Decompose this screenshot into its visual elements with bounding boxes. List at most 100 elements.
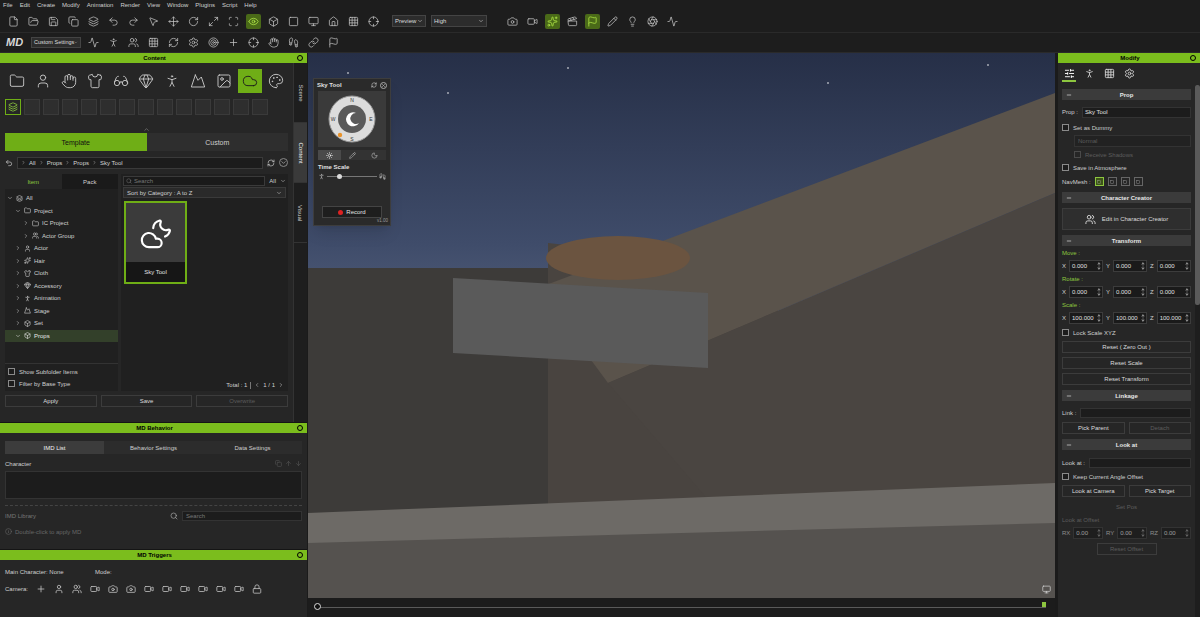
expand-icon[interactable] — [15, 320, 21, 326]
decrement-icon[interactable] — [1097, 292, 1101, 296]
behavior-tab[interactable]: Behavior Settings — [104, 441, 203, 454]
number-input[interactable]: 0.000 — [1157, 260, 1191, 272]
atmosphere-checkbox[interactable] — [1062, 164, 1069, 171]
toolbar-button[interactable] — [326, 14, 341, 29]
camera-button[interactable] — [159, 582, 175, 595]
toolbar-button[interactable] — [66, 14, 81, 29]
modify-scrollbar[interactable] — [1195, 85, 1200, 617]
camera-button[interactable] — [141, 582, 157, 595]
toolbar-button[interactable] — [46, 14, 61, 29]
toolbar-button[interactable] — [266, 35, 281, 50]
camera-button[interactable] — [213, 582, 229, 595]
camera-button[interactable] — [51, 582, 67, 595]
sky-tab[interactable] — [341, 150, 364, 160]
type-tab[interactable] — [264, 69, 288, 93]
behavior-tab[interactable]: Data Settings — [203, 441, 302, 454]
camera-button[interactable] — [33, 582, 49, 595]
tree-item[interactable]: Accessory — [5, 280, 118, 293]
sub-slot[interactable] — [43, 99, 59, 115]
expand-icon[interactable] — [7, 195, 13, 201]
menu-item[interactable]: Modify — [62, 2, 80, 8]
toolbar-button[interactable] — [306, 35, 321, 50]
camera-button[interactable] — [69, 582, 85, 595]
toolbar-button[interactable] — [126, 35, 141, 50]
collapse-icon[interactable] — [1066, 393, 1072, 399]
library-search[interactable]: Search — [182, 511, 302, 521]
breadcrumb-item[interactable]: All — [29, 160, 36, 166]
preview-dropdown[interactable]: Preview — [392, 15, 426, 27]
section-header[interactable]: Transform — [1062, 235, 1191, 246]
camera-button[interactable] — [249, 582, 265, 595]
back-icon[interactable] — [5, 159, 13, 167]
decrement-icon[interactable] — [1185, 318, 1189, 322]
close-icon[interactable] — [380, 82, 387, 89]
navmesh-button[interactable] — [1134, 177, 1143, 186]
toolbar-button[interactable] — [26, 14, 41, 29]
behavior-tab[interactable]: IMD List — [5, 441, 104, 454]
decrement-icon[interactable] — [1141, 292, 1145, 296]
increment-icon[interactable] — [1141, 314, 1145, 318]
number-input[interactable]: 100.000 — [1069, 312, 1103, 324]
toolbar-button[interactable] — [625, 14, 640, 29]
close-icon[interactable] — [297, 55, 303, 61]
sub-slot[interactable] — [100, 99, 116, 115]
dummy-checkbox[interactable] — [1062, 124, 1069, 131]
toolbar-button[interactable] — [286, 35, 301, 50]
menu-item[interactable]: Create — [37, 2, 55, 8]
option-row[interactable]: Filter by Base Type — [8, 380, 115, 387]
increment-icon[interactable] — [1141, 529, 1145, 533]
toolbar-button[interactable] — [665, 14, 680, 29]
sub-slot[interactable] — [233, 99, 249, 115]
increment-icon[interactable] — [1097, 529, 1101, 533]
tree-item[interactable]: Stage — [5, 305, 118, 318]
decrement-icon[interactable] — [1141, 533, 1145, 537]
side-tab[interactable]: Visual — [294, 183, 307, 243]
collapse-icon[interactable] — [1066, 195, 1072, 201]
camera-button[interactable] — [87, 582, 103, 595]
refresh-icon[interactable] — [267, 159, 275, 167]
modify-tab[interactable] — [1102, 66, 1116, 82]
side-tab[interactable]: Scene — [294, 63, 307, 123]
look-at-button[interactable]: Look at Camera — [1062, 485, 1125, 497]
character-list[interactable] — [5, 471, 302, 499]
toolbar-button[interactable] — [126, 14, 141, 29]
toolbar-button[interactable] — [266, 14, 281, 29]
time-scale-slider[interactable] — [318, 173, 386, 180]
look-at-button[interactable]: Pick Target — [1129, 485, 1192, 497]
type-tab[interactable] — [5, 69, 29, 93]
decrement-icon[interactable] — [1097, 266, 1101, 270]
expand-icon[interactable] — [23, 220, 29, 226]
sub-slot[interactable] — [24, 99, 40, 115]
close-icon[interactable] — [297, 552, 303, 558]
camera-button[interactable] — [231, 582, 247, 595]
sort-dropdown[interactable]: Sort by Category : A to Z — [123, 187, 286, 198]
search-field[interactable]: Search — [123, 176, 265, 186]
number-input[interactable]: 100.000 — [1157, 312, 1191, 324]
collapse-icon[interactable] — [1066, 238, 1072, 244]
type-tab[interactable] — [238, 69, 262, 93]
md-logo[interactable]: MD — [6, 37, 26, 48]
lock-scale-checkbox[interactable] — [1062, 329, 1069, 336]
prop-name-field[interactable]: Sky Tool — [1082, 107, 1191, 118]
content-button[interactable]: Apply — [5, 395, 97, 407]
expand-icon[interactable] — [15, 308, 21, 314]
type-tab[interactable] — [109, 69, 133, 93]
number-input[interactable]: 0.000 — [1113, 286, 1147, 298]
tree-item[interactable]: Animation — [5, 292, 118, 305]
toolbar-button[interactable] — [146, 35, 161, 50]
tree-item[interactable]: Hair — [5, 255, 118, 268]
toolbar-button[interactable] — [326, 35, 341, 50]
compass-icon[interactable]: NWES — [326, 93, 378, 145]
link-field[interactable] — [1080, 408, 1191, 418]
breadcrumb-item[interactable]: Props — [73, 160, 89, 166]
scene-render[interactable]: Sky ToolNWESTime ScaleRecordv1.00 — [308, 53, 1055, 598]
increment-icon[interactable] — [1185, 262, 1189, 266]
menu-item[interactable]: Help — [244, 2, 256, 8]
toolbar-button[interactable] — [206, 35, 221, 50]
toolbar-button[interactable] — [186, 35, 201, 50]
toolbar-button[interactable] — [346, 14, 361, 29]
option-checkbox[interactable] — [8, 368, 15, 375]
library-tab[interactable]: Template — [5, 133, 147, 151]
sub-slot[interactable] — [138, 99, 154, 115]
view-tab[interactable]: Pack — [62, 174, 119, 189]
